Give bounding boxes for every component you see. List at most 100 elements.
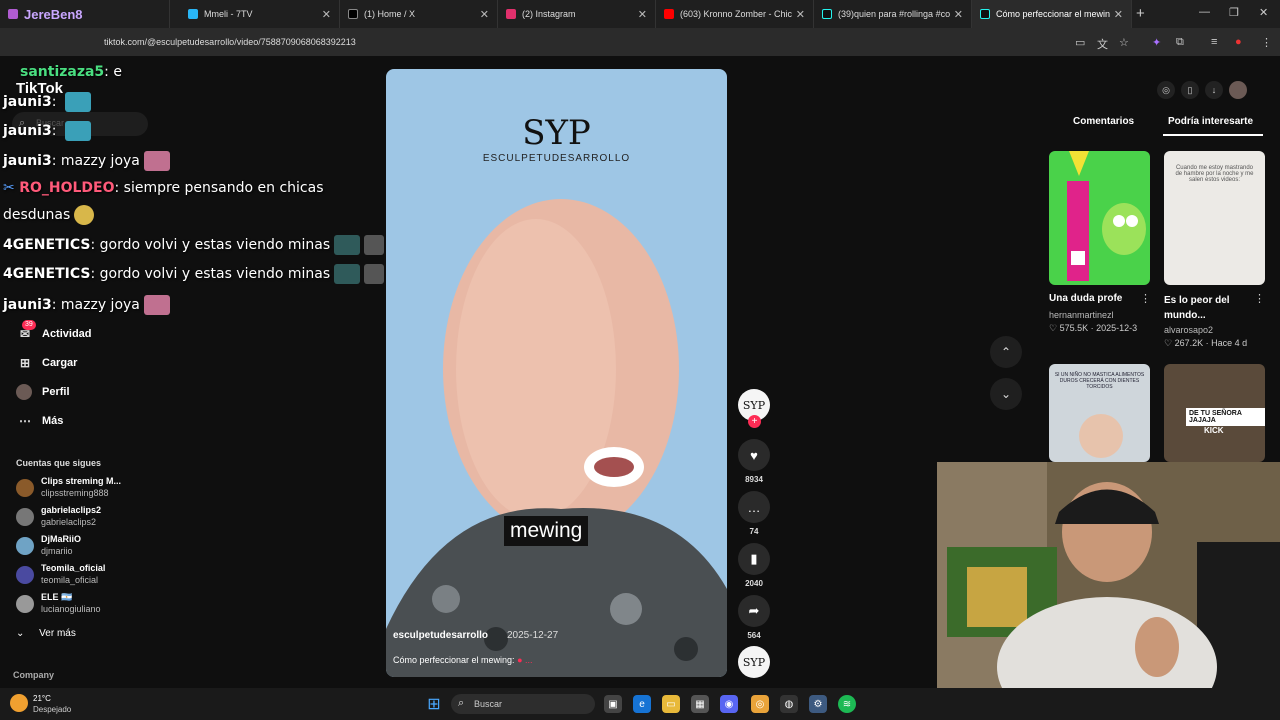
brand-logo: SYP: [522, 113, 591, 153]
video-author[interactable]: esculpetudesarrollo: [393, 630, 488, 641]
share-button[interactable]: ➦ 564: [738, 595, 770, 640]
following-account[interactable]: Clips streming M... clipsstreming888: [16, 476, 156, 502]
new-tab-button[interactable]: +: [1136, 5, 1145, 22]
emote-icon: [334, 235, 361, 255]
extensions-icon[interactable]: ⧉: [1176, 36, 1184, 49]
see-more-button[interactable]: ⌄ Ver más: [16, 628, 76, 639]
chat-line: jauni3:: [3, 92, 91, 112]
translate-icon[interactable]: 文: [1097, 36, 1108, 52]
address-bar: tiktok.com/@esculpetudesarrollo/video/75…: [0, 28, 1280, 56]
tab-comentarios[interactable]: Comentarios: [1073, 116, 1134, 127]
extension-7tv-icon[interactable]: ✦: [1152, 36, 1161, 49]
close-icon[interactable]: ✕: [796, 8, 805, 21]
card-stats: ♡ 575.5K · 2025-12-3: [1049, 323, 1138, 333]
weather-icon[interactable]: [10, 694, 28, 712]
compass-icon[interactable]: ◎: [1157, 81, 1175, 99]
company-link[interactable]: Company: [13, 670, 54, 680]
edge-icon[interactable]: e: [633, 695, 651, 713]
download-icon[interactable]: ↓: [1205, 81, 1223, 99]
close-icon[interactable]: ✕: [954, 8, 963, 21]
webcam-feed: [937, 462, 1280, 688]
previous-video-button[interactable]: ⌃: [990, 336, 1022, 368]
settings-icon[interactable]: ⚙: [809, 695, 827, 713]
emote-icon: [364, 264, 385, 284]
search-icon: ⌕: [458, 697, 465, 709]
emote-icon: [64, 121, 91, 141]
discord-icon[interactable]: ◉: [720, 695, 738, 713]
instagram-icon: [506, 9, 516, 19]
tab-tiktok-1[interactable]: (39)quien para #rollinga #cocin ✕: [814, 0, 972, 28]
card-author[interactable]: hernanmartinezl: [1049, 310, 1114, 320]
video-player[interactable]: SYP ESCULPETUDESARROLLO mewing esculpetu…: [386, 69, 727, 677]
taskbar-search[interactable]: ⌕ Buscar: [451, 694, 595, 714]
following-account[interactable]: DjMaRiiO djmariio: [16, 534, 156, 560]
emote-icon: [74, 205, 95, 225]
suggested-thumbnail[interactable]: [1049, 151, 1150, 285]
emote-icon: [143, 151, 170, 171]
file-explorer-icon[interactable]: ▭: [662, 695, 680, 713]
avatar: [16, 508, 34, 526]
sidebar-item-cargar[interactable]: ⊞ Cargar: [16, 353, 78, 373]
cast-icon[interactable]: ▭: [1075, 36, 1085, 49]
url-field[interactable]: tiktok.com/@esculpetudesarrollo/video/75…: [104, 37, 356, 47]
chat-line: 4GENETICS: gordo volvi y estas viendo mi…: [3, 235, 385, 255]
following-account[interactable]: ELE 🇦🇷 lucianogiuliano: [16, 592, 156, 618]
tab-strip: JereBen8 Mmeli - 7TV ✕ (1) Home / X ✕ (2…: [0, 0, 1280, 28]
chrome-icon[interactable]: ◎: [751, 695, 769, 713]
tab-search-icon[interactable]: ≡: [1211, 36, 1217, 48]
video-caption: mewing: [504, 516, 589, 546]
chat-line: jauni3: mazzy joya: [3, 295, 170, 315]
bookmark-icon: ▮: [738, 543, 770, 575]
save-button[interactable]: ▮ 2040: [738, 543, 770, 588]
profile-icon[interactable]: ●: [1235, 36, 1242, 48]
emote-icon: [364, 235, 385, 255]
following-account[interactable]: Teomila_oficial teomila_oficial: [16, 563, 156, 589]
suggested-thumbnail[interactable]: Cuando me estoy mastrando de hambre por …: [1164, 151, 1265, 285]
more-options-icon[interactable]: ⋮: [1140, 292, 1151, 305]
music-disc-avatar[interactable]: SYP: [738, 646, 770, 678]
tab-instagram[interactable]: (2) Instagram ✕: [498, 0, 656, 28]
more-options-icon[interactable]: ⋮: [1254, 292, 1265, 305]
menu-icon[interactable]: ⋮: [1261, 36, 1272, 49]
close-icon[interactable]: ✕: [322, 8, 331, 21]
suggested-thumbnail[interactable]: SI UN NIÑO NO MASTICA ALIMENTOS DUROS CR…: [1049, 364, 1150, 462]
7tv-icon: [188, 9, 198, 19]
sidebar-item-perfil[interactable]: Perfil: [16, 382, 70, 402]
thumbnail-image: [1067, 151, 1146, 281]
chat-line: jauni3: mazzy joya: [3, 151, 170, 171]
next-video-button[interactable]: ⌄: [990, 378, 1022, 410]
task-view-icon[interactable]: ▣: [604, 695, 622, 713]
tab-jereben[interactable]: JereBen8: [0, 0, 170, 28]
card-author[interactable]: alvarosapo2: [1164, 325, 1213, 335]
weather-condition[interactable]: Despejado: [33, 705, 71, 714]
tab-podria-interesarte[interactable]: Podría interesarte: [1168, 116, 1253, 127]
like-button[interactable]: ♥ 8934: [738, 439, 770, 484]
user-avatar[interactable]: [1229, 81, 1247, 99]
tab-tiktok-active[interactable]: Cómo perfeccionar el mewing ✕: [972, 0, 1132, 28]
sidebar-item-mas[interactable]: ⋯ Más: [16, 411, 63, 431]
close-icon[interactable]: ✕: [638, 8, 647, 21]
maximize-button[interactable]: ❐: [1229, 6, 1239, 19]
suggested-thumbnail[interactable]: DE TU SEÑORA JAJAJA KICK: [1164, 364, 1265, 462]
store-icon[interactable]: ▦: [691, 695, 709, 713]
close-window-button[interactable]: ✕: [1259, 6, 1268, 19]
comment-button[interactable]: … 74: [738, 491, 770, 536]
spotify-icon[interactable]: ≋: [838, 695, 856, 713]
tab-youtube[interactable]: (603) Kronno Zomber - Chica g ✕: [656, 0, 814, 28]
tab-7tv[interactable]: Mmeli - 7TV ✕: [180, 0, 340, 28]
minimize-button[interactable]: —: [1199, 6, 1210, 18]
app-icon[interactable]: ◍: [780, 695, 798, 713]
close-icon[interactable]: ✕: [480, 8, 489, 21]
close-icon[interactable]: ✕: [1114, 8, 1123, 21]
phone-icon[interactable]: ▯: [1181, 81, 1199, 99]
card-title[interactable]: Es lo peor del mundo...: [1164, 293, 1254, 323]
active-tab-indicator: [1163, 134, 1263, 136]
avatar: [16, 479, 34, 497]
windows-start-icon[interactable]: ⊞: [425, 695, 443, 713]
tab-x[interactable]: (1) Home / X ✕: [340, 0, 498, 28]
follow-plus-icon[interactable]: +: [748, 415, 761, 428]
following-account[interactable]: gabrielaclips2 gabrielaclips2: [16, 505, 156, 531]
card-title[interactable]: Una duda profe: [1049, 293, 1122, 304]
weather-temperature[interactable]: 21°C: [33, 694, 51, 703]
bookmark-star-icon[interactable]: ☆: [1119, 36, 1129, 49]
